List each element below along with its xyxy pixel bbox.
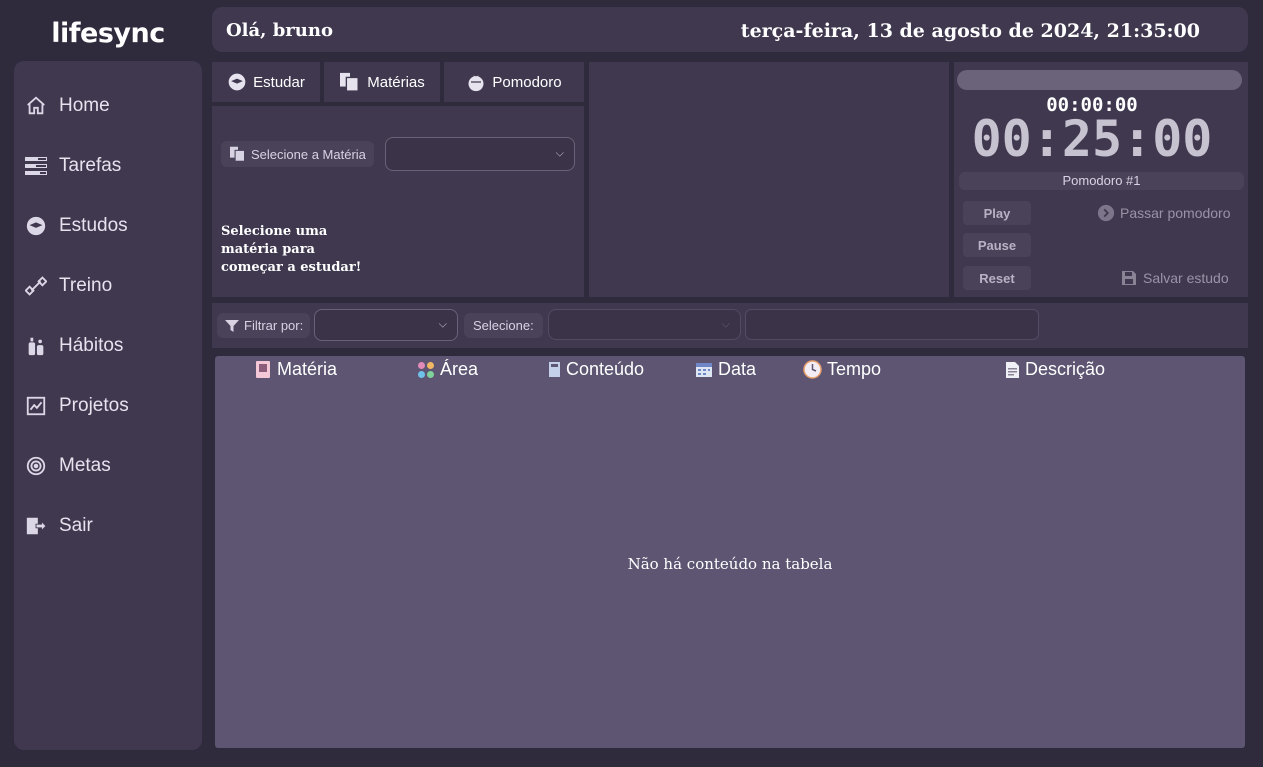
skip-pomodoro-button[interactable]: Passar pomodoro	[1097, 204, 1231, 222]
column-header-data[interactable]: Data	[695, 359, 756, 380]
sidebar-item-label: Projetos	[59, 395, 129, 416]
column-label: Conteúdo	[566, 359, 645, 379]
pomodoro-progress-bar	[957, 70, 1242, 90]
countdown-time: 00:25:00	[971, 110, 1213, 168]
save-icon	[1121, 270, 1137, 286]
column-header-conteudo[interactable]: Conteúdo	[548, 359, 644, 380]
book-icon	[548, 361, 561, 378]
play-button[interactable]: Play	[963, 201, 1031, 225]
sidebar-item-label: Tarefas	[59, 155, 122, 176]
calendar-icon	[695, 361, 713, 378]
home-icon	[24, 94, 48, 118]
sidebar-item-label: Hábitos	[59, 335, 124, 356]
reset-button[interactable]: Reset	[963, 266, 1031, 290]
graduation-cap-icon	[227, 72, 247, 92]
notebook-icon	[255, 360, 272, 379]
column-label: Data	[718, 359, 757, 379]
sidebar: Home Tarefas Estudos Treino Hábitos Proj…	[14, 61, 202, 750]
tab-label: Estudar	[253, 73, 305, 91]
column-header-area[interactable]: Área	[417, 359, 478, 380]
pause-button[interactable]: Pause	[963, 233, 1031, 257]
logout-icon	[24, 514, 48, 538]
tasks-icon	[24, 154, 48, 178]
save-study-label: Salvar estudo	[1143, 270, 1229, 286]
select-label-text: Selecione:	[473, 318, 534, 333]
clock-icon	[803, 360, 822, 379]
sidebar-item-label: Home	[59, 95, 110, 116]
chevron-right-icon	[1097, 204, 1115, 222]
study-table: Matéria Área Conteúdo Data Tempo Descriç…	[215, 356, 1245, 748]
filter-bar: Filtrar por: ⌵ Selecione: ⌵	[212, 303, 1248, 348]
tab-estudar[interactable]: Estudar	[212, 62, 320, 102]
column-header-descricao[interactable]: Descrição	[1005, 359, 1105, 380]
sidebar-item-tarefas[interactable]: Tarefas	[24, 148, 194, 184]
select-subject-label: Selecione a Matéria	[221, 141, 374, 167]
chevron-down-icon: ⌵	[721, 316, 730, 330]
current-datetime: terça-feira, 13 de agosto de 2024, 21:35…	[740, 20, 1200, 42]
sidebar-item-label: Treino	[59, 275, 113, 296]
chevron-down-icon: ⌵	[555, 146, 564, 160]
column-label: Matéria	[277, 359, 338, 379]
books-icon	[339, 72, 361, 92]
select-subject-text: Selecione a Matéria	[251, 146, 366, 162]
study-empty-message: Selecione uma matéria para começar a est…	[221, 224, 362, 275]
sidebar-item-metas[interactable]: Metas	[24, 448, 194, 484]
study-panel: Selecione a Matéria ⌵ Selecione uma maté…	[212, 106, 584, 297]
sidebar-item-label: Sair	[59, 515, 93, 536]
column-label: Tempo	[827, 359, 882, 379]
search-input[interactable]	[745, 309, 1039, 340]
document-icon	[1005, 361, 1020, 379]
column-label: Descrição	[1025, 359, 1106, 379]
sidebar-item-habitos[interactable]: Hábitos	[24, 328, 194, 364]
tab-label: Matérias	[367, 73, 425, 91]
sidebar-item-estudos[interactable]: Estudos	[24, 208, 194, 244]
column-label: Área	[440, 359, 479, 379]
tab-label: Pomodoro	[492, 73, 562, 91]
study-content-panel	[589, 62, 949, 297]
tab-materias[interactable]: Matérias	[324, 62, 440, 102]
pomodoro-panel: 00:00:00 00:25:00 Pomodoro #1 Play Pause…	[954, 62, 1248, 297]
sidebar-item-projetos[interactable]: Projetos	[24, 388, 194, 424]
pomodoro-counter: Pomodoro #1	[959, 172, 1244, 190]
greeting: Olá, bruno	[226, 20, 333, 41]
app-logo: lifesync	[51, 17, 165, 49]
table-empty-message: Não há conteúdo na tabela	[627, 555, 833, 573]
sidebar-item-treino[interactable]: Treino	[24, 268, 194, 304]
target-icon	[24, 454, 48, 478]
chart-board-icon	[24, 394, 48, 418]
sidebar-item-sair[interactable]: Sair	[24, 508, 194, 544]
subject-select[interactable]: ⌵	[385, 137, 575, 171]
funnel-icon	[224, 318, 240, 334]
value-select[interactable]: ⌵	[548, 309, 741, 340]
select-label: Selecione:	[464, 313, 543, 338]
chevron-down-icon: ⌵	[438, 317, 447, 331]
save-study-button[interactable]: Salvar estudo	[1121, 270, 1229, 286]
graduation-cap-icon	[24, 214, 48, 238]
tab-pomodoro[interactable]: Pomodoro	[444, 62, 584, 102]
filter-label-text: Filtrar por:	[244, 318, 304, 333]
books-icon	[229, 146, 247, 162]
skip-pomodoro-label: Passar pomodoro	[1120, 205, 1231, 221]
column-header-materia[interactable]: Matéria	[255, 359, 337, 380]
tomato-icon	[466, 72, 486, 92]
dumbbell-icon	[24, 274, 48, 298]
habits-icon	[24, 334, 48, 358]
sidebar-item-home[interactable]: Home	[24, 88, 194, 124]
header-bar: Olá, bruno terça-feira, 13 de agosto de …	[212, 7, 1248, 52]
filter-select[interactable]: ⌵	[314, 309, 458, 341]
sidebar-item-label: Metas	[59, 455, 111, 476]
column-header-tempo[interactable]: Tempo	[803, 359, 881, 380]
filter-label: Filtrar por:	[217, 313, 311, 338]
grid-icon	[417, 361, 435, 379]
sidebar-item-label: Estudos	[59, 215, 128, 236]
study-tabs: Estudar Matérias Pomodoro	[212, 62, 584, 102]
